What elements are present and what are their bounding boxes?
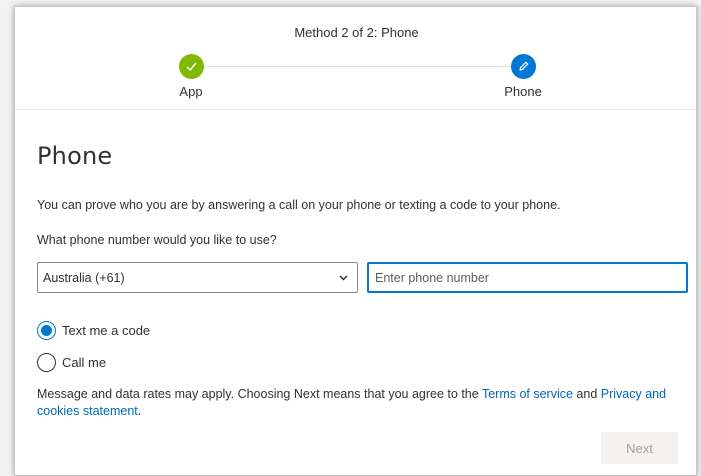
page-title: Phone — [37, 142, 113, 170]
legal-suffix: . — [137, 404, 142, 418]
legal-notice: Message and data rates may apply. Choosi… — [37, 386, 682, 420]
text-me-option[interactable]: Text me a code — [37, 321, 150, 340]
terms-of-service-link[interactable]: Terms of service — [482, 387, 573, 401]
step-app: App — [151, 54, 231, 99]
description-text: You can prove who you are by answering a… — [37, 198, 561, 212]
call-me-label: Call me — [62, 355, 107, 370]
checkmark-icon — [178, 54, 204, 79]
step-phone: Phone — [483, 54, 563, 99]
call-me-radio[interactable] — [37, 353, 56, 372]
auth-dialog: Method 2 of 2: Phone App Phone Phone You… — [14, 6, 697, 476]
call-me-option[interactable]: Call me — [37, 353, 106, 372]
legal-and: and — [572, 387, 601, 401]
legal-prefix: Message and data rates may apply. Choosi… — [37, 387, 482, 401]
step-app-label: App — [179, 84, 203, 99]
method-title: Method 2 of 2: Phone — [294, 25, 419, 40]
chevron-down-icon — [338, 272, 349, 286]
country-code-select[interactable]: Australia (+61) — [37, 262, 358, 293]
next-button[interactable]: Next — [601, 432, 678, 464]
text-me-radio[interactable] — [37, 321, 56, 340]
pencil-icon — [510, 54, 536, 79]
text-me-label: Text me a code — [62, 323, 151, 338]
step-connector — [205, 66, 517, 67]
country-code-value: Australia (+61) — [43, 270, 125, 285]
step-phone-label: Phone — [504, 84, 542, 99]
phone-number-input[interactable] — [367, 262, 688, 293]
radio-selected-dot — [41, 325, 52, 336]
phone-question: What phone number would you like to use? — [37, 233, 277, 247]
method-header: Method 2 of 2: Phone App Phone — [15, 7, 696, 110]
